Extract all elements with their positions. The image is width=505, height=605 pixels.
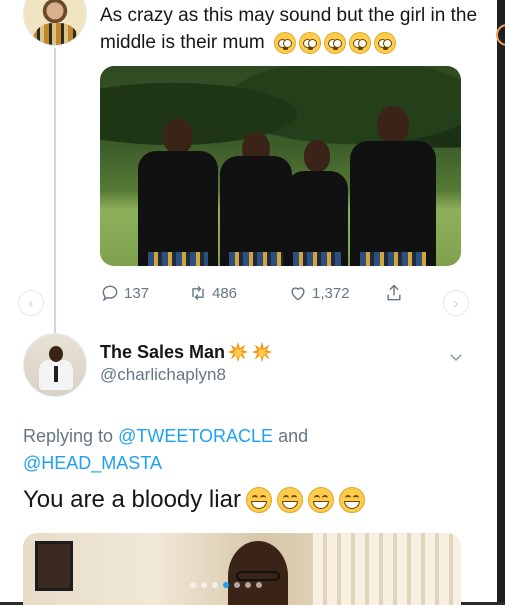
carousel-dot[interactable] [212, 582, 218, 588]
share-action[interactable] [384, 283, 404, 303]
like-action[interactable]: 1,372 [288, 283, 350, 303]
reply-action[interactable]: 137 [100, 283, 149, 303]
grinning-face-icon [276, 487, 303, 513]
grinning-face-icon [245, 487, 272, 513]
flushed-face-icon [349, 31, 371, 54]
reply-count: 137 [124, 284, 150, 302]
carousel-prev-button[interactable]: ‹ [18, 290, 44, 316]
share-icon [387, 284, 401, 301]
tweet-action-bar: 137 486 1,372 [100, 283, 460, 307]
carousel-dot[interactable] [256, 582, 262, 588]
chevron-down-icon[interactable] [447, 348, 465, 366]
carousel-dot[interactable] [201, 582, 207, 588]
tweet-text: As crazy as this may sound but the girl … [100, 2, 480, 56]
heart-icon [291, 287, 305, 301]
thread-connector-line [54, 48, 56, 338]
carousel-dot[interactable] [234, 582, 240, 588]
grinning-face-icon [307, 487, 334, 513]
retweet-action[interactable]: 486 [188, 283, 237, 303]
display-name: The Sales Man [100, 341, 226, 362]
carousel-dot[interactable] [190, 582, 196, 588]
flushed-face-icon [374, 31, 396, 54]
reply-text-content: You are a bloody liar [23, 486, 241, 513]
collision-emoji-icon [251, 341, 273, 363]
retweet-icon [192, 285, 204, 301]
reply-author-handle[interactable]: @charlichaplyn8 [100, 365, 226, 385]
carousel-dot[interactable] [245, 582, 251, 588]
flushed-emoji-group [274, 31, 396, 54]
reply-photo[interactable] [23, 533, 461, 605]
like-count: 1,372 [312, 284, 350, 302]
carousel-dot-active[interactable] [223, 582, 229, 588]
window-edge [497, 0, 505, 605]
collision-emoji-icon [227, 341, 249, 363]
replying-to-prefix: Replying to [23, 426, 114, 446]
photo-person [138, 106, 218, 266]
replying-to-line: Replying to @TWEETORACLE and @HEAD_MASTA [23, 423, 343, 477]
photo-person [220, 118, 292, 266]
mention-link[interactable]: @TWEETORACLE [118, 426, 273, 446]
photo-person [350, 98, 436, 266]
reply-tweet-text: You are a bloody liar [23, 486, 365, 514]
reply-author-name[interactable]: The Sales Man [100, 341, 273, 363]
replying-connector: and [278, 426, 309, 446]
reply-author-avatar[interactable] [23, 333, 87, 397]
reply-icon [102, 285, 118, 302]
tweet-author-avatar[interactable] [23, 0, 87, 46]
carousel-indicator [190, 582, 262, 588]
flushed-face-icon [274, 31, 296, 54]
grinning-face-icon [338, 487, 365, 513]
retweet-count: 486 [212, 284, 238, 302]
flushed-face-icon [299, 31, 321, 54]
tweet-photo[interactable] [100, 66, 461, 266]
photo-person [286, 122, 348, 266]
flushed-face-icon [324, 31, 346, 54]
mention-link[interactable]: @HEAD_MASTA [23, 453, 162, 473]
